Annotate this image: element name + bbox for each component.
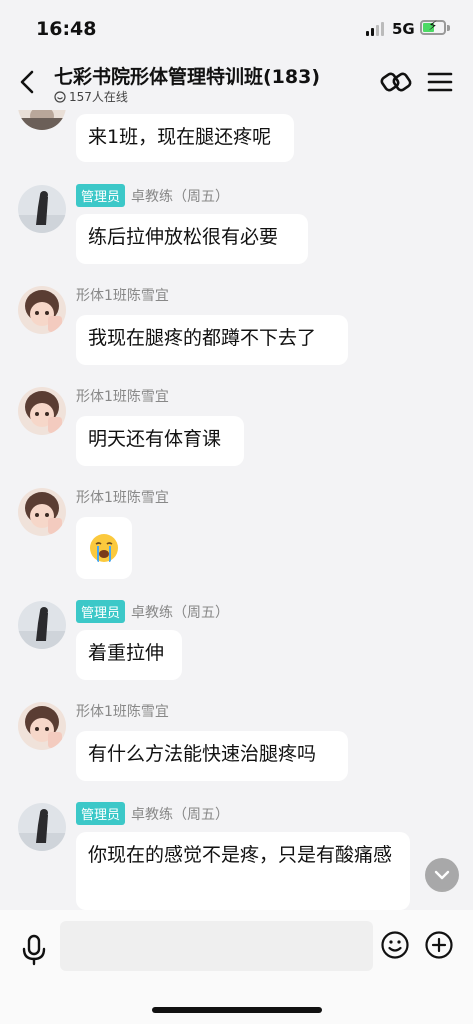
chevron-down-icon (434, 870, 450, 880)
avatar[interactable] (18, 702, 66, 750)
message-text: 来1班，现在腿还疼呢 (88, 126, 272, 148)
cellular-signal-icon (366, 22, 384, 36)
sender-name: 形体1班陈雪宜 (76, 288, 169, 304)
sender-line: 管理员 卓教练（周五） (76, 600, 229, 623)
sender-line: 形体1班陈雪宜 (76, 701, 169, 721)
sender-name: 形体1班陈雪宜 (76, 490, 169, 506)
network-type: 5G (392, 20, 415, 38)
sender-name: 形体1班陈雪宜 (76, 704, 169, 720)
message-list[interactable]: 来1班，现在腿还疼呢 管理员 卓教练（周五） 练后拉伸放松很有必要 形体1班陈雪… (0, 110, 473, 910)
avatar[interactable] (18, 286, 66, 334)
message-text: 你现在的感觉不是疼，只是有酸痛感 (88, 844, 393, 866)
avatar[interactable] (18, 601, 66, 649)
admin-badge: 管理员 (76, 600, 126, 623)
online-count-text: 157人在线 (69, 90, 128, 104)
sender-name: 形体1班陈雪宜 (76, 389, 169, 405)
back-arrow-icon[interactable] (14, 68, 42, 96)
sender-line: 形体1班陈雪宜 (76, 285, 169, 305)
plus-icon[interactable] (424, 930, 454, 960)
battery-icon: ⚡ (420, 19, 446, 35)
status-bar: 16:48 5G ⚡ (0, 0, 473, 58)
chat-header: 七彩书院形体管理特训班(183) 157人在线 (0, 58, 473, 110)
message-bubble[interactable]: 你现在的感觉不是疼，只是有酸痛感 (76, 832, 410, 910)
avatar[interactable] (18, 803, 66, 851)
online-count: 157人在线 (54, 88, 128, 105)
voice-input-icon[interactable] (20, 934, 48, 966)
sender-line: 形体1班陈雪宜 (76, 386, 169, 406)
sender-name: 卓教练（周五） (131, 604, 230, 621)
avatar[interactable] (18, 185, 66, 233)
message-bubble[interactable]: 练后拉伸放松很有必要 (76, 214, 308, 264)
message-bubble[interactable]: 有什么方法能快速治腿疼吗 (76, 731, 348, 781)
message-text: 我现在腿疼的都蹲不下去了 (88, 327, 317, 349)
group-title[interactable]: 七彩书院形体管理特训班(183) (54, 62, 320, 89)
admin-badge: 管理员 (76, 802, 126, 825)
group-link-icon[interactable] (380, 66, 412, 98)
message-bubble[interactable]: 来1班，现在腿还疼呢 (76, 114, 294, 162)
message-bubble[interactable]: 明天还有体育课 (76, 416, 244, 466)
message-input[interactable] (60, 921, 373, 971)
sender-line: 形体1班陈雪宜 (76, 487, 169, 507)
message-bubble[interactable]: 我现在腿疼的都蹲不下去了 (76, 315, 348, 365)
menu-icon[interactable] (424, 66, 456, 98)
sender-line: 管理员 卓教练（周五） (76, 802, 229, 825)
emoji-message-bubble[interactable] (76, 517, 132, 579)
sender-line: 管理员 卓教练（周五） (76, 184, 229, 207)
admin-badge: 管理员 (76, 184, 126, 207)
emoji-icon[interactable] (380, 930, 410, 960)
avatar[interactable] (18, 110, 66, 130)
scroll-to-bottom-button[interactable] (425, 858, 459, 892)
sender-name: 卓教练（周五） (131, 188, 230, 205)
avatar[interactable] (18, 387, 66, 435)
sender-name: 卓教练（周五） (131, 806, 230, 823)
message-text: 着重拉伸 (88, 642, 165, 664)
input-bar (0, 910, 473, 1024)
online-status-icon (54, 90, 66, 103)
crying-face-emoji-icon (90, 534, 118, 562)
message-text: 明天还有体育课 (88, 428, 222, 450)
home-indicator (152, 1007, 322, 1013)
avatar[interactable] (18, 488, 66, 536)
status-time: 16:48 (36, 18, 97, 40)
message-text: 有什么方法能快速治腿疼吗 (88, 743, 317, 765)
message-text: 练后拉伸放松很有必要 (88, 226, 279, 248)
battery-tip (447, 25, 450, 31)
message-bubble[interactable]: 着重拉伸 (76, 630, 182, 680)
